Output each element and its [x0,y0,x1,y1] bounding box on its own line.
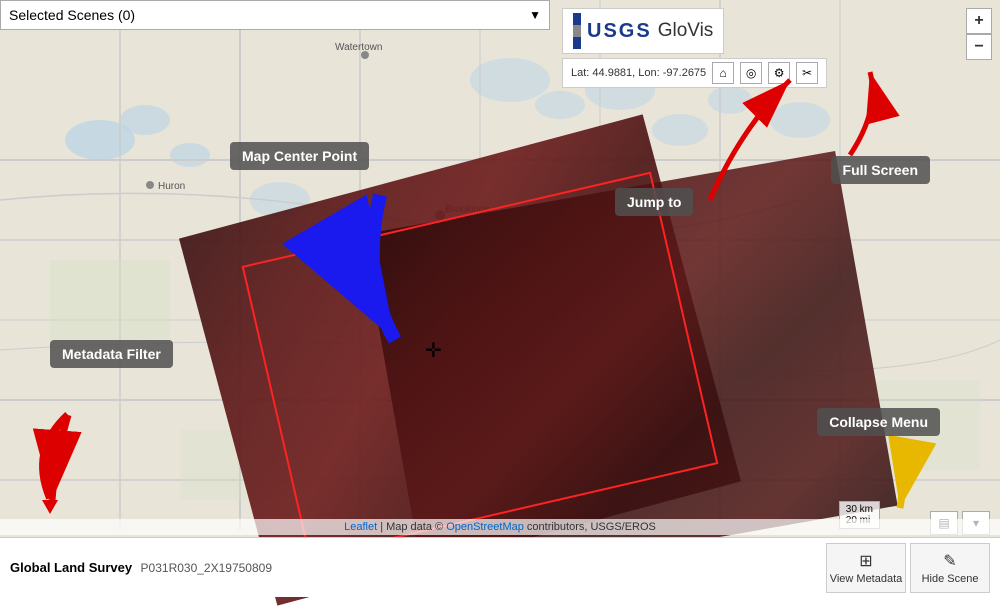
collapse-menu-label: Collapse Menu [817,408,940,436]
leaflet-link[interactable]: Leaflet [344,521,377,533]
grid-icon: ⊞ [859,551,872,571]
home-button[interactable]: ⌂ [712,62,734,84]
glovis-text: GloVis [658,20,714,42]
usgs-logo: USGS GloVis [562,8,724,54]
usgs-text: USGS [587,20,652,43]
full-screen-text: Full Screen [843,162,918,178]
view-metadata-button[interactable]: ⊞ View Metadata [826,543,906,593]
svg-text:Watertown: Watertown [335,42,382,53]
contributors-text: contributors, USGS/EROS [527,521,656,533]
full-screen-label: Full Screen [831,156,930,184]
map-container: Huron Watertown Brookings Selected Scene… [0,0,1000,597]
jump-to-text: Jump to [627,194,681,210]
coordinates-bar: Lat: 44.9881, Lon: -97.2675 ⌂ ◎ ⚙ ✂ [562,58,827,88]
metadata-filter-text: Metadata Filter [62,346,161,362]
dropdown-arrow-icon: ▼ [529,8,541,22]
map-center-point-label: Map Center Point [230,142,369,170]
hide-scene-button[interactable]: ✎ Hide Scene [910,543,990,593]
view-metadata-label: View Metadata [830,573,903,585]
bottom-bar: Global Land Survey P031R030_2X19750809 ⊞… [0,537,1000,597]
usgs-stripe [573,13,581,49]
scene-label: Global Land Survey [10,560,132,575]
scale-km: 30 km [846,504,873,515]
map-center-point-text: Map Center Point [242,148,357,164]
zoom-in-button[interactable]: + [966,8,992,34]
move-cursor-icon: ✛ [425,338,442,363]
scene-id: P031R030_2X19750809 [141,561,272,575]
osm-link[interactable]: OpenStreetMap [446,521,524,533]
pencil-icon: ✎ [943,551,956,571]
location-button[interactable]: ◎ [740,62,762,84]
attribution-bar: Leaflet | Map data © OpenStreetMap contr… [0,519,1000,535]
selected-scenes-label: Selected Scenes (0) [9,7,135,23]
lat-lon-text: Lat: 44.9881, Lon: -97.2675 [571,67,706,79]
map-data-text: | Map data © [380,521,446,533]
zoom-out-button[interactable]: − [966,34,992,60]
settings-button[interactable]: ⚙ [768,62,790,84]
zoom-controls: + − [966,8,992,60]
selected-scenes-dropdown[interactable]: Selected Scenes (0) ▼ [0,0,550,30]
hide-scene-label: Hide Scene [922,573,979,585]
tools-button[interactable]: ✂ [796,62,818,84]
collapse-menu-text: Collapse Menu [829,414,928,430]
metadata-filter-label: Metadata Filter [50,340,173,368]
svg-text:Huron: Huron [158,181,185,192]
jump-to-label: Jump to [615,188,693,216]
